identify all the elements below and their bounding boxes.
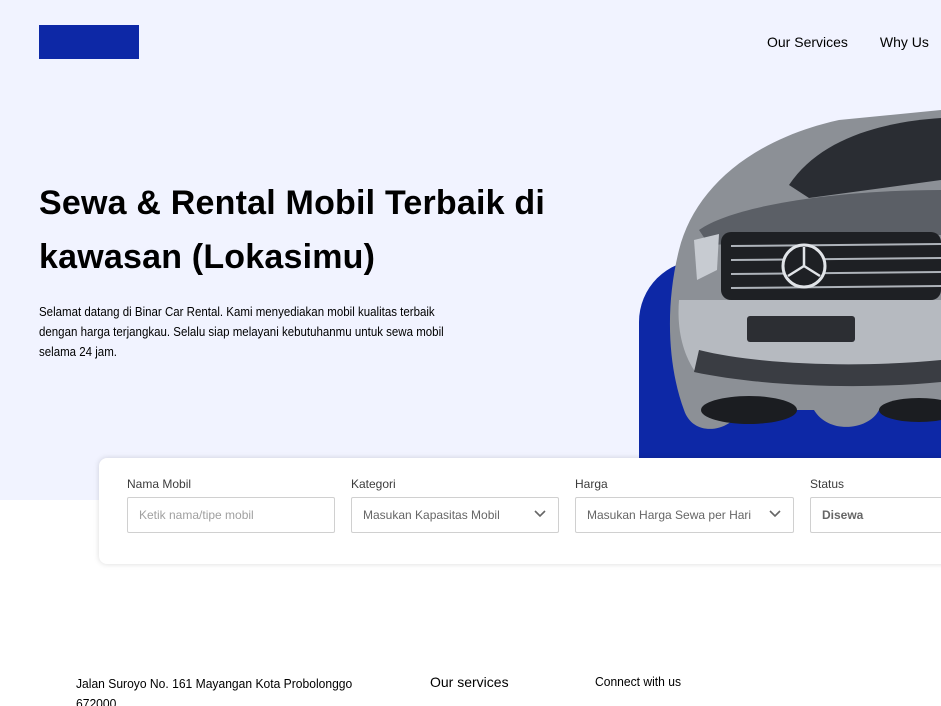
car-name-label: Nama Mobil [127,477,192,491]
car-name-box [127,497,335,533]
category-label: Kategori [351,477,396,491]
footer-connect-title: Connect with us [595,674,682,689]
hero-image [639,110,941,458]
footer-services-title: Our services [430,674,509,690]
chevron-down-icon [534,510,546,518]
category-select[interactable]: Masukan Kapasitas Mobil [351,497,559,533]
chevron-down-icon [769,510,781,518]
car-mercedes-suv-icon [669,110,941,429]
category-value: Masukan Kapasitas Mobil [363,508,500,522]
search-panel: Nama Mobil Kategori Masukan Kapasitas Mo… [99,458,941,564]
top-nav: Our Services Why Us [767,34,929,50]
hero-description: Selamat datang di Binar Car Rental. Kami… [39,305,444,359]
price-value: Masukan Harga Sewa per Hari [587,508,752,522]
status-value: Disewa [822,508,864,522]
price-label: Harga [575,477,608,491]
hero-section: Our Services Why Us Sewa & Rental Mobil … [0,0,941,500]
brand-logo[interactable] [39,25,139,59]
nav-why-us[interactable]: Why Us [880,34,929,50]
nav-our-services[interactable]: Our Services [767,34,848,50]
status-label: Status [810,477,845,491]
car-name-input[interactable] [139,508,334,522]
status-select[interactable]: Disewa [810,497,941,533]
footer-address: Jalan Suroyo No. 161 Mayangan Kota Probo… [76,676,353,706]
hero-title: Sewa & Rental Mobil Terbaik di kawasan (… [39,184,546,276]
price-select[interactable]: Masukan Harga Sewa per Hari [575,497,794,533]
